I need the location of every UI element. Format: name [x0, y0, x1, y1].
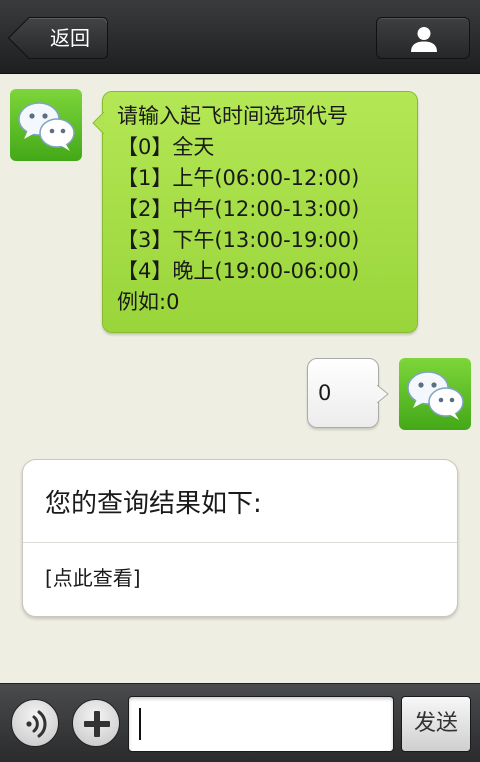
plus-icon — [84, 711, 110, 737]
input-toolbar: 发送 — [0, 683, 480, 762]
own-avatar[interactable] — [399, 358, 471, 430]
sender-avatar[interactable] — [10, 89, 82, 161]
text-caret — [139, 708, 141, 740]
send-button[interactable]: 发送 — [401, 696, 471, 752]
message-line: 【1】上午(06:00-12:00) — [117, 166, 360, 190]
wechat-logo-icon — [18, 102, 75, 151]
result-card[interactable]: 您的查询结果如下: [点此查看] — [22, 459, 458, 617]
top-navigation-bar: 返回 — [0, 0, 480, 74]
more-options-button[interactable] — [72, 699, 120, 747]
message-line: 例如:0 — [117, 290, 180, 314]
card-divider — [23, 542, 457, 543]
result-card-title: 您的查询结果如下: — [45, 489, 262, 519]
voice-icon — [26, 710, 47, 738]
person-icon — [411, 27, 437, 52]
view-result-link[interactable]: [点此查看] — [45, 560, 141, 596]
incoming-message-bubble[interactable]: 请输入起飞时间选项代号 【0】全天 【1】上午(06:00-12:00) 【2】… — [92, 91, 418, 333]
message-line: 【3】下午(13:00-19:00) — [117, 228, 360, 252]
bubble-tail — [377, 385, 389, 403]
profile-button[interactable] — [376, 17, 470, 59]
message-line: 【2】中午(12:00-13:00) — [117, 197, 360, 221]
outgoing-message-text: 0 — [318, 381, 332, 405]
back-button[interactable]: 返回 — [8, 17, 108, 59]
wechat-logo-icon — [407, 371, 464, 420]
message-input[interactable] — [128, 696, 394, 752]
message-line: 【0】全天 — [117, 135, 215, 159]
bubble-tail — [92, 112, 104, 134]
message-line: 请输入起飞时间选项代号 — [117, 104, 348, 128]
voice-button[interactable] — [11, 699, 59, 747]
outgoing-message-bubble[interactable]: 0 — [307, 358, 389, 428]
back-button-label: 返回 — [50, 26, 90, 50]
message-line: 【4】晚上(19:00-06:00) — [117, 259, 360, 283]
